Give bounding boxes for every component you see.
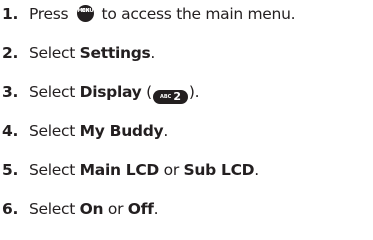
step-number: 4. — [2, 122, 19, 140]
step-text-part: . — [153, 200, 159, 218]
step-text-part: ( — [141, 83, 152, 101]
menu-option-on: On — [79, 200, 104, 218]
ok-key-label: OK — [81, 8, 90, 14]
menu-option-display: Display — [79, 83, 142, 101]
abc-key-label: ABC — [159, 94, 172, 100]
step-text: Select My Buddy. — [29, 118, 168, 144]
menu-option-main-lcd: Main LCD — [79, 161, 160, 179]
step-text: Select Settings. — [29, 40, 155, 66]
step-3: 3. Select Display (ABC 2). — [0, 79, 373, 105]
step-text-part: or — [159, 161, 184, 179]
step-text: Select Display (ABC 2). — [29, 79, 200, 105]
step-text-part: . — [163, 122, 168, 140]
menu-ok-key-icon: MENU OK — [76, 5, 94, 22]
step-text: Press MENU OK to access the main menu. — [29, 1, 296, 27]
menu-option-settings: Settings — [79, 44, 151, 62]
abc-2-key-icon: ABC 2 — [152, 90, 188, 104]
step-number: 5. — [2, 161, 19, 179]
step-text-part: Select — [29, 200, 80, 218]
step-number: 6. — [2, 200, 19, 218]
menu-option-off: Off — [127, 200, 154, 218]
abc-key-digit: 2 — [173, 90, 181, 103]
step-number: 2. — [2, 44, 19, 62]
step-text: Select On or Off. — [29, 196, 158, 222]
menu-option-my-buddy: My Buddy — [79, 122, 164, 140]
step-text-part: Select — [29, 83, 80, 101]
step-text-part: . — [150, 44, 156, 62]
step-4: 4. Select My Buddy. — [0, 118, 373, 144]
step-text: Select Main LCD or Sub LCD. — [29, 157, 259, 183]
step-text-part: . — [254, 161, 259, 179]
step-text-part: Select — [29, 44, 80, 62]
step-text-part: Select — [29, 161, 80, 179]
step-text-part: Press — [29, 5, 73, 23]
step-text-part: Select — [29, 122, 80, 140]
menu-option-sub-lcd: Sub LCD — [183, 161, 255, 179]
step-1: 1. Press MENU OK to access the main menu. — [0, 1, 373, 27]
step-text-part: ). — [188, 83, 200, 101]
step-2: 2. Select Settings. — [0, 40, 373, 66]
step-number: 3. — [2, 83, 19, 101]
step-text-part: or — [103, 200, 128, 218]
step-text-part: to access the main menu. — [96, 5, 296, 23]
step-number: 1. — [2, 5, 19, 23]
step-6: 6. Select On or Off. — [0, 196, 373, 222]
step-5: 5. Select Main LCD or Sub LCD. — [0, 157, 373, 183]
